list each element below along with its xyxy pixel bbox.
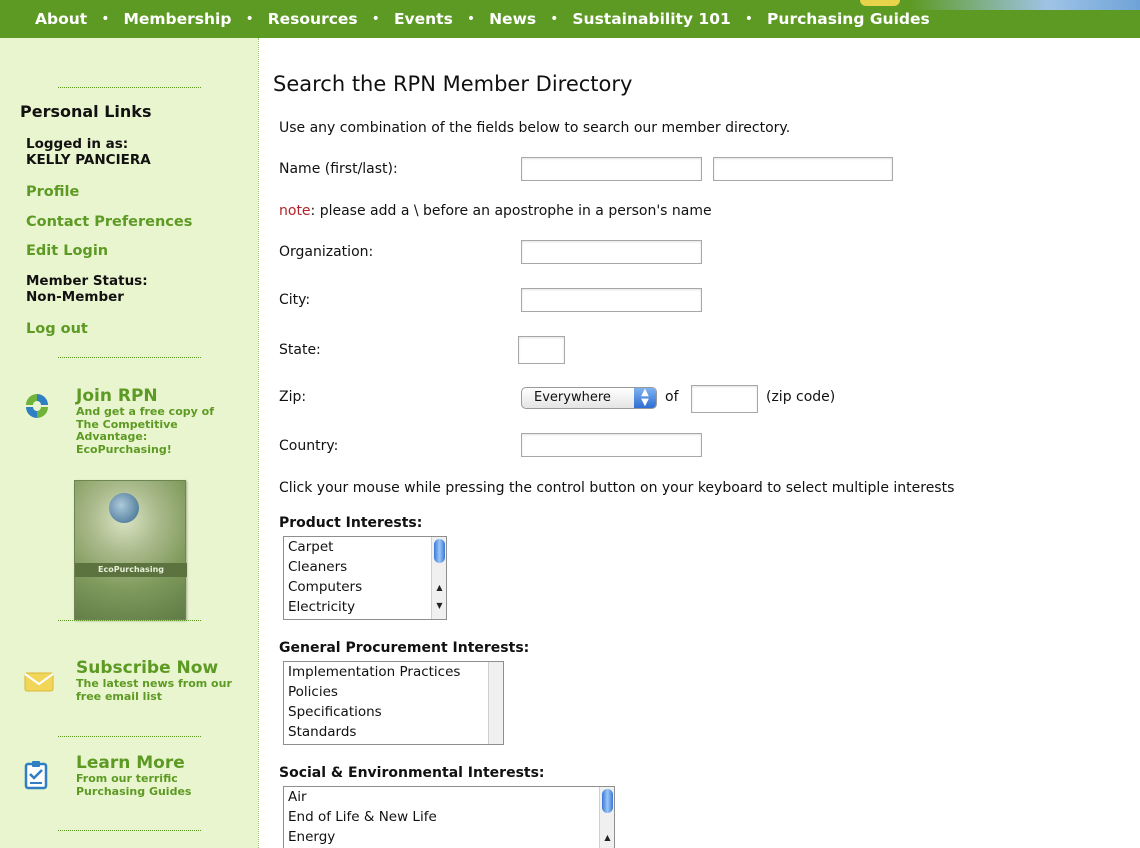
- list-option[interactable]: Implementation Practices: [284, 662, 503, 682]
- multi-select-hint: Click your mouse while pressing the cont…: [279, 480, 955, 496]
- note-text: : please add a \ before an apostrophe in…: [310, 203, 712, 219]
- scrollbar-thumb[interactable]: [434, 539, 445, 563]
- zip-distance-select[interactable]: Everywhere ▲ ▼: [521, 387, 657, 409]
- edit-login-link[interactable]: Edit Login: [26, 243, 108, 259]
- header-corner-decoration: [910, 0, 1140, 10]
- social-interests-listbox[interactable]: Air End of Life & New Life Energy ▲: [283, 786, 615, 848]
- sidebar-divider-line: [58, 736, 201, 737]
- clipboard-check-icon[interactable]: [24, 760, 48, 794]
- join-rpn-link[interactable]: Join RPN: [76, 386, 158, 406]
- page-title: Search the RPN Member Directory: [273, 72, 633, 96]
- city-input[interactable]: [521, 288, 702, 312]
- sidebar-divider-line: [58, 87, 201, 88]
- nav-about[interactable]: About: [35, 10, 87, 28]
- zip-label: Zip:: [279, 389, 307, 405]
- general-interests-listbox[interactable]: Implementation Practices Policies Specif…: [283, 661, 504, 745]
- scrollbar-thumb[interactable]: [602, 789, 613, 813]
- intro-text: Use any combination of the fields below …: [279, 120, 791, 136]
- list-option[interactable]: End of Life & New Life: [284, 807, 614, 827]
- nav-resources[interactable]: Resources: [268, 10, 358, 28]
- book-band-text: EcoPurchasing: [75, 563, 187, 577]
- log-out-link[interactable]: Log out: [26, 321, 88, 337]
- zip-distance-value: Everywhere: [534, 390, 611, 405]
- nav-separator: •: [550, 11, 559, 27]
- list-option[interactable]: Carpet: [284, 537, 446, 557]
- logged-in-label: Logged in as:: [26, 136, 129, 152]
- envelope-icon[interactable]: [24, 671, 54, 697]
- last-name-input[interactable]: [713, 157, 893, 181]
- note-label: note: [279, 203, 311, 219]
- book-cover-image[interactable]: EcoPurchasing: [74, 480, 187, 620]
- apostrophe-note: note: please add a \ before an apostroph…: [279, 203, 712, 219]
- listbox-scrollbar[interactable]: ▲: [599, 787, 614, 848]
- country-label: Country:: [279, 438, 339, 454]
- nav-news[interactable]: News: [489, 10, 536, 28]
- nav-purchasing-guides[interactable]: Purchasing Guides: [767, 10, 930, 28]
- zip-code-hint: (zip code): [766, 389, 836, 405]
- profile-link[interactable]: Profile: [26, 184, 79, 200]
- state-label: State:: [279, 342, 321, 358]
- organization-input[interactable]: [521, 240, 702, 264]
- nav-events[interactable]: Events: [394, 10, 453, 28]
- organization-label: Organization:: [279, 244, 374, 260]
- listbox-scrollbar[interactable]: [488, 662, 503, 744]
- list-option[interactable]: Policies: [284, 682, 503, 702]
- nav-separator: •: [371, 11, 380, 27]
- sidebar-divider-line: [58, 620, 201, 621]
- general-interests-label: General Procurement Interests:: [279, 640, 530, 656]
- nav-separator: •: [466, 11, 476, 27]
- learn-more-subtitle: From our terrific Purchasing Guides: [76, 772, 192, 798]
- scroll-up-icon[interactable]: ▲: [600, 831, 614, 845]
- listbox-scrollbar[interactable]: ▲ ▼: [431, 537, 446, 619]
- first-name-input[interactable]: [521, 157, 702, 181]
- scroll-up-icon[interactable]: ▲: [432, 581, 446, 595]
- contact-preferences-link[interactable]: Contact Preferences: [26, 214, 192, 230]
- name-label: Name (first/last):: [279, 161, 398, 177]
- country-input[interactable]: [521, 433, 702, 457]
- top-nav: About • Membership • Resources • Events …: [0, 0, 1140, 38]
- sidebar-divider: [258, 38, 259, 848]
- nav-separator: •: [245, 11, 254, 27]
- list-option[interactable]: Specifications: [284, 702, 503, 722]
- product-interests-label: Product Interests:: [279, 515, 423, 531]
- nav-items: About • Membership • Resources • Events …: [0, 0, 930, 38]
- city-label: City:: [279, 292, 311, 308]
- globe-image: [109, 493, 139, 523]
- join-rpn-subtitle: And get a free copy of The Competitive A…: [76, 405, 214, 456]
- sidebar-divider-line: [58, 357, 201, 358]
- list-option[interactable]: Energy: [284, 827, 614, 847]
- scroll-down-icon[interactable]: ▼: [432, 599, 446, 613]
- state-input[interactable]: [518, 336, 565, 364]
- list-option[interactable]: Standards: [284, 722, 503, 742]
- subscribe-subtitle: The latest news from our free email list: [76, 677, 232, 703]
- nav-separator: •: [744, 11, 754, 27]
- select-arrows-icon: ▲ ▼: [634, 388, 656, 408]
- list-option[interactable]: Air: [284, 787, 614, 807]
- list-option[interactable]: Electricity: [284, 597, 446, 617]
- product-interests-listbox[interactable]: Carpet Cleaners Computers Electricity ▲ …: [283, 536, 447, 620]
- subscribe-now-link[interactable]: Subscribe Now: [76, 658, 218, 678]
- personal-links-heading: Personal Links: [20, 102, 152, 121]
- zip-of-text: of: [665, 389, 679, 405]
- nav-separator: •: [101, 11, 110, 27]
- member-status-value: Non-Member: [26, 289, 124, 305]
- social-interests-label: Social & Environmental Interests:: [279, 765, 545, 781]
- sidebar-divider-line: [58, 830, 201, 831]
- member-status-label: Member Status:: [26, 273, 148, 289]
- nav-sustainability-101[interactable]: Sustainability 101: [572, 10, 730, 28]
- rpn-logo-icon[interactable]: [24, 392, 50, 424]
- list-option[interactable]: Cleaners: [284, 557, 446, 577]
- learn-more-link[interactable]: Learn More: [76, 753, 185, 773]
- list-option[interactable]: Computers: [284, 577, 446, 597]
- nav-membership[interactable]: Membership: [123, 10, 231, 28]
- user-name: KELLY PANCIERA: [26, 152, 151, 168]
- zip-code-input[interactable]: [691, 385, 758, 413]
